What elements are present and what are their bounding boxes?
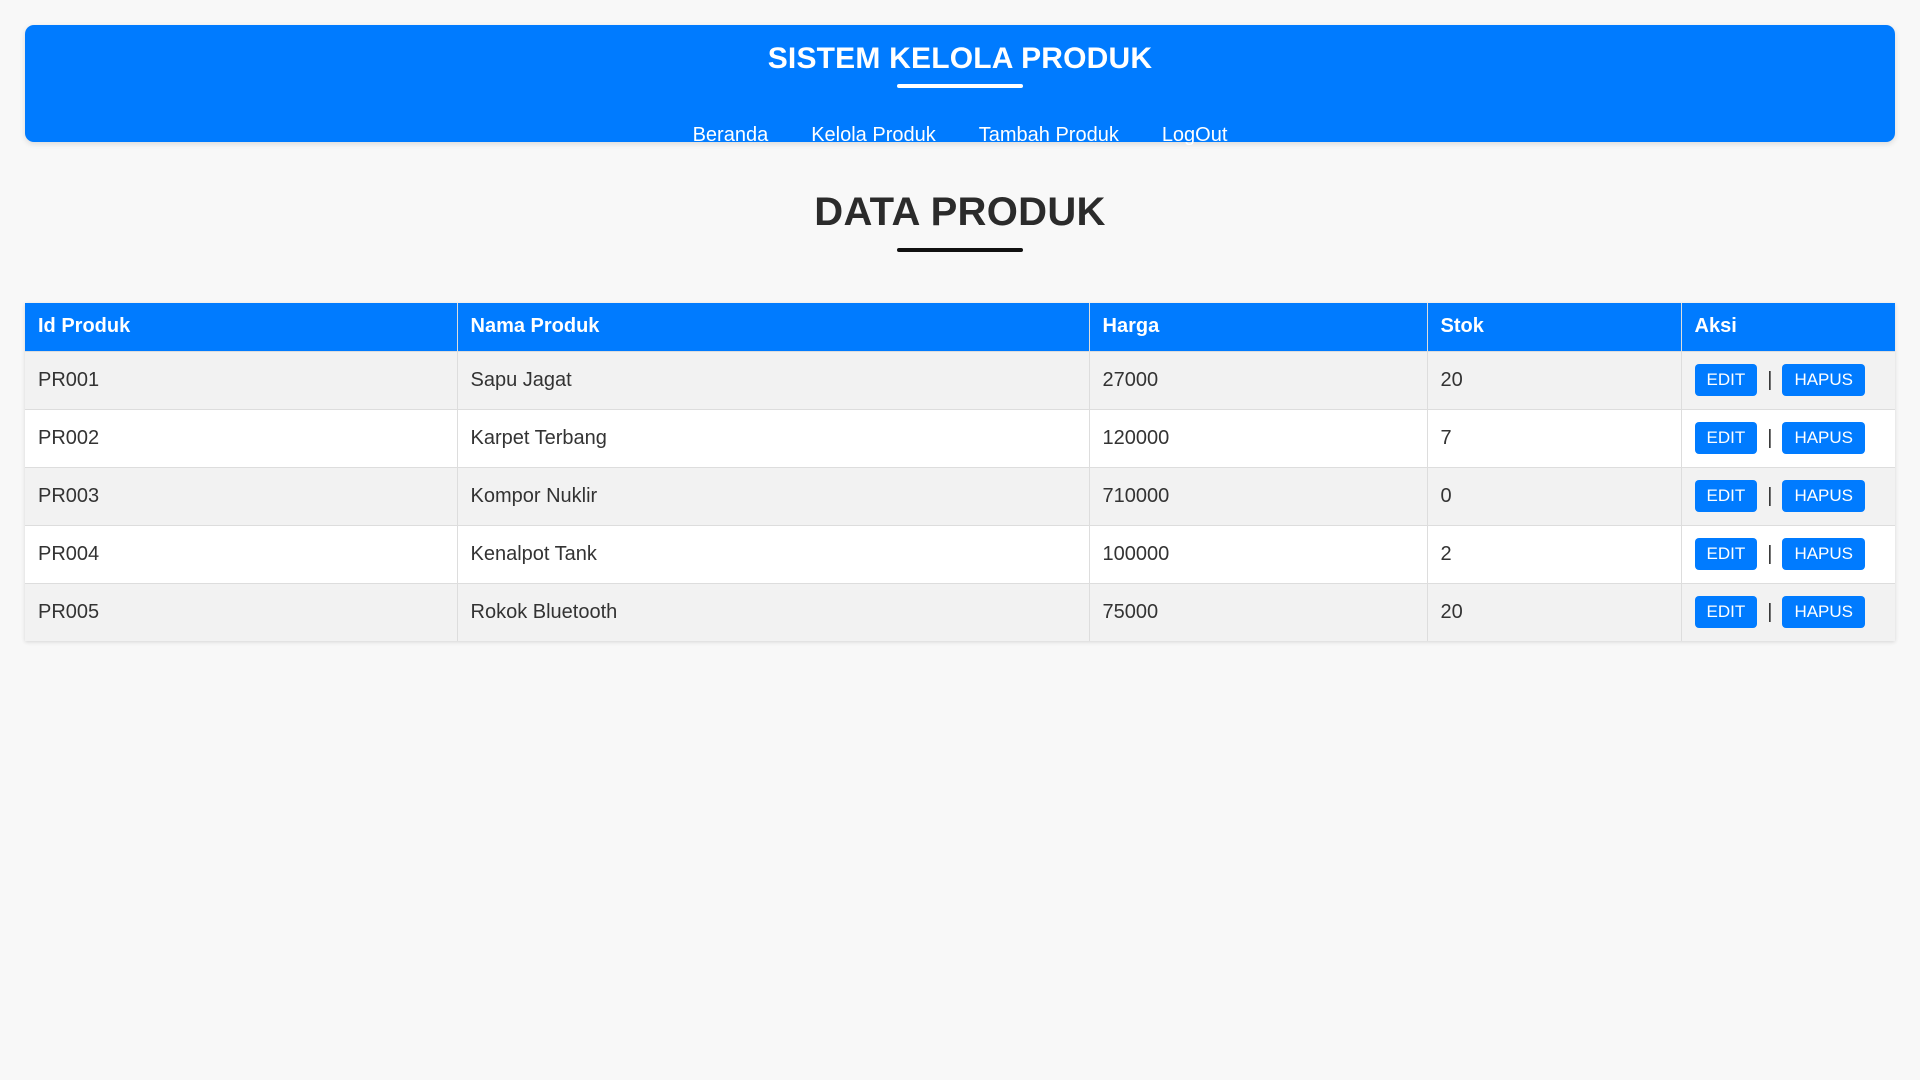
- table-row: PR002 Karpet Terbang 120000 7 EDIT | HAP…: [25, 408, 1895, 467]
- action-separator: |: [1767, 368, 1773, 391]
- cell-id: PR004: [25, 524, 458, 583]
- edit-button[interactable]: EDIT: [1694, 364, 1758, 396]
- cell-stock: 2: [1427, 524, 1682, 583]
- delete-button[interactable]: HAPUS: [1782, 422, 1866, 454]
- delete-button[interactable]: HAPUS: [1782, 480, 1866, 512]
- page-title: DATA PRODUK: [814, 190, 1106, 234]
- action-separator: |: [1767, 484, 1773, 507]
- cell-id: PR005: [25, 582, 458, 641]
- cell-id: PR001: [25, 350, 458, 409]
- table-row: PR004 Kenalpot Tank 100000 2 EDIT | HAPU…: [25, 524, 1895, 583]
- nav-link-beranda[interactable]: Beranda: [693, 123, 769, 147]
- table-row: PR005 Rokok Bluetooth 75000 20 EDIT | HA…: [25, 582, 1895, 641]
- app-title: SISTEM KELOLA PRODUK: [767, 42, 1153, 75]
- cell-actions: EDIT | HAPUS: [1681, 582, 1895, 641]
- edit-button[interactable]: EDIT: [1694, 422, 1758, 454]
- table-row: PR003 Kompor Nuklir 710000 0 EDIT | HAPU…: [25, 466, 1895, 525]
- action-separator: |: [1767, 426, 1773, 449]
- cell-actions: EDIT | HAPUS: [1681, 524, 1895, 583]
- cell-name: Sapu Jagat: [457, 350, 1090, 409]
- column-header-name: Nama Produk: [457, 303, 1090, 351]
- cell-price: 27000: [1089, 350, 1428, 409]
- action-separator: |: [1767, 600, 1773, 623]
- delete-button[interactable]: HAPUS: [1782, 596, 1866, 629]
- cell-price: 100000: [1089, 524, 1428, 583]
- page-title-underline: [897, 248, 1023, 252]
- cell-id: PR003: [25, 466, 458, 525]
- cell-name: Karpet Terbang: [457, 408, 1090, 467]
- nav-link-logout[interactable]: LogOut: [1162, 123, 1228, 147]
- cell-actions: EDIT | HAPUS: [1681, 350, 1895, 409]
- table-header-row: Id Produk Nama Produk Harga Stok Aksi: [25, 303, 1895, 351]
- action-separator: |: [1767, 542, 1773, 565]
- edit-button[interactable]: EDIT: [1694, 480, 1758, 512]
- cell-id: PR002: [25, 408, 458, 467]
- column-header-price: Harga: [1089, 303, 1428, 351]
- table-row: PR001 Sapu Jagat 27000 20 EDIT | HAPUS: [25, 350, 1895, 409]
- nav-link-tambah-produk[interactable]: Tambah Produk: [979, 123, 1119, 147]
- product-table-container: Id Produk Nama Produk Harga Stok Aksi PR…: [25, 303, 1895, 641]
- cell-price: 75000: [1089, 582, 1428, 641]
- column-header-action: Aksi: [1681, 303, 1895, 351]
- cell-price: 710000: [1089, 466, 1428, 525]
- delete-button[interactable]: HAPUS: [1782, 364, 1866, 396]
- cell-actions: EDIT | HAPUS: [1681, 408, 1895, 467]
- cell-stock: 20: [1427, 582, 1682, 641]
- edit-button[interactable]: EDIT: [1694, 596, 1758, 629]
- product-table: Id Produk Nama Produk Harga Stok Aksi PR…: [25, 303, 1895, 641]
- main-nav: Beranda Kelola Produk Tambah Produk LogO…: [25, 123, 1895, 147]
- nav-link-kelola-produk[interactable]: Kelola Produk: [811, 123, 936, 147]
- cell-stock: 20: [1427, 350, 1682, 409]
- cell-stock: 7: [1427, 408, 1682, 467]
- delete-button[interactable]: HAPUS: [1782, 538, 1866, 570]
- column-header-id: Id Produk: [25, 303, 458, 351]
- cell-name: Kompor Nuklir: [457, 466, 1090, 525]
- cell-stock: 0: [1427, 466, 1682, 525]
- title-underline: [897, 84, 1023, 88]
- edit-button[interactable]: EDIT: [1694, 538, 1758, 570]
- cell-actions: EDIT | HAPUS: [1681, 466, 1895, 525]
- column-header-stock: Stok: [1427, 303, 1682, 351]
- app-header: SISTEM KELOLA PRODUK Beranda Kelola Prod…: [25, 25, 1895, 146]
- cell-price: 120000: [1089, 408, 1428, 467]
- cell-name: Kenalpot Tank: [457, 524, 1090, 583]
- cell-name: Rokok Bluetooth: [457, 582, 1090, 641]
